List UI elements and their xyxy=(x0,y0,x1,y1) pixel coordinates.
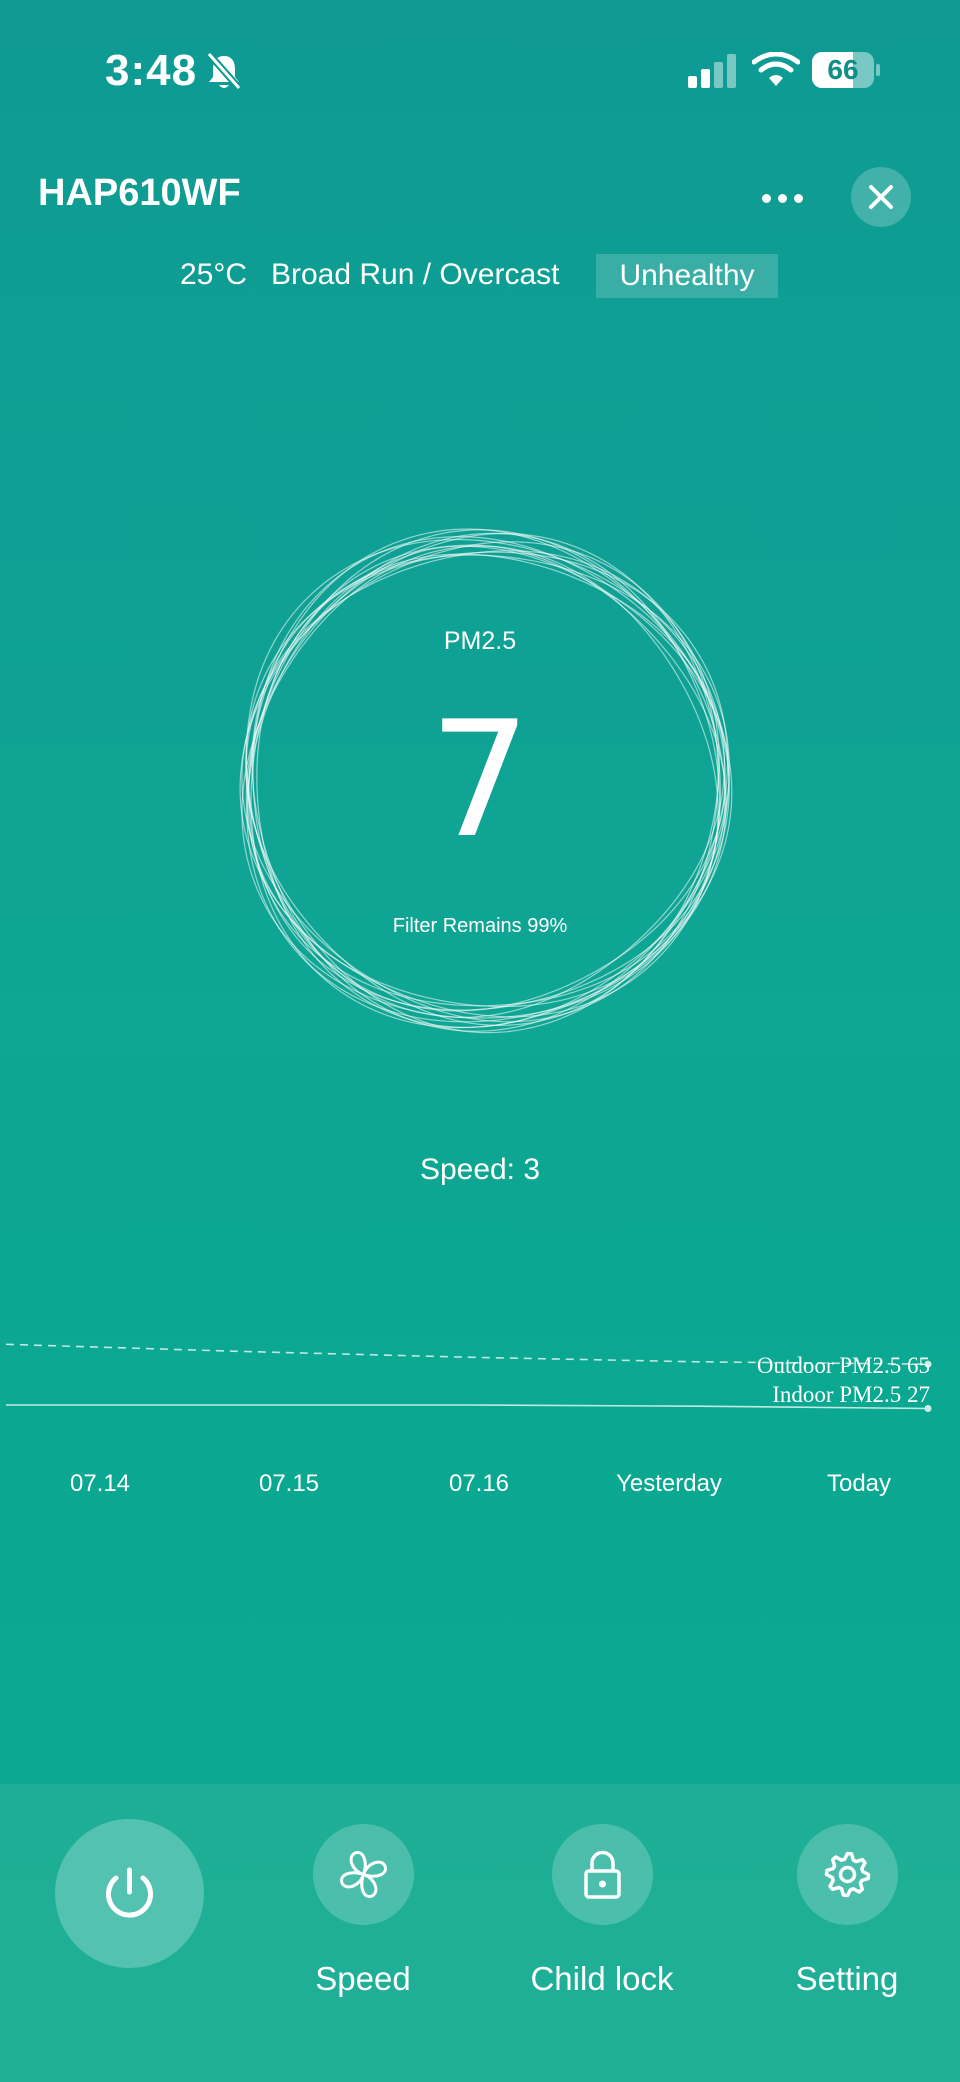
speed-readout: Speed: 3 xyxy=(419,1153,541,1186)
close-button[interactable] xyxy=(851,167,911,227)
x-tick-label: Yesterday xyxy=(616,1470,722,1497)
x-tick-label: 07.14 xyxy=(69,1470,131,1497)
battery-icon: 66 xyxy=(812,52,880,88)
status-time: 3:48 xyxy=(105,46,198,95)
gear-icon xyxy=(824,1851,871,1898)
cellular-signal-icon xyxy=(688,54,736,88)
air-quality-badge: Unhealthy xyxy=(596,254,778,298)
bell-slash-icon xyxy=(206,51,242,91)
indoor-series-label: Indoor PM2.5 27 xyxy=(772,1382,930,1407)
pm25-label: PM2.5 xyxy=(443,627,517,655)
device-title: HAP610WF xyxy=(38,172,241,214)
close-icon xyxy=(869,185,893,209)
x-tick-label: Today xyxy=(826,1470,892,1497)
control-bar: Speed Child lock Setting xyxy=(0,1784,960,2082)
speed-button-label[interactable]: Speed xyxy=(253,1960,473,1998)
speed-button[interactable] xyxy=(313,1824,414,1925)
power-icon xyxy=(106,1867,153,1918)
power-button[interactable] xyxy=(55,1819,204,1968)
outdoor-series-label: Outdoor PM2.5 65 xyxy=(756,1353,930,1378)
child-lock-button[interactable] xyxy=(552,1824,653,1925)
pm25-gauge: PM2.5 7 Filter Remains 99% xyxy=(215,515,745,1050)
x-tick-label: 07.15 xyxy=(258,1470,320,1497)
fan-icon xyxy=(340,1851,387,1898)
x-tick-label: 07.16 xyxy=(448,1470,510,1497)
pm25-value: 7 xyxy=(429,686,531,873)
location-condition: Broad Run / Overcast xyxy=(271,258,560,291)
weather-row: 25°C Broad Run / Overcast Unhealthy xyxy=(0,254,960,298)
battery-level: 66 xyxy=(827,54,859,85)
outdoor-temperature: 25°C xyxy=(180,258,248,291)
setting-button-label[interactable]: Setting xyxy=(737,1960,957,1998)
setting-button[interactable] xyxy=(797,1824,898,1925)
filter-remaining: Filter Remains 99% xyxy=(392,915,568,937)
lock-icon xyxy=(584,1850,621,1899)
child-lock-button-label[interactable]: Child lock xyxy=(492,1960,712,1998)
ellipsis-icon[interactable] xyxy=(752,178,812,218)
status-bar: 3:48 66 xyxy=(0,0,960,140)
wifi-icon xyxy=(752,52,800,86)
